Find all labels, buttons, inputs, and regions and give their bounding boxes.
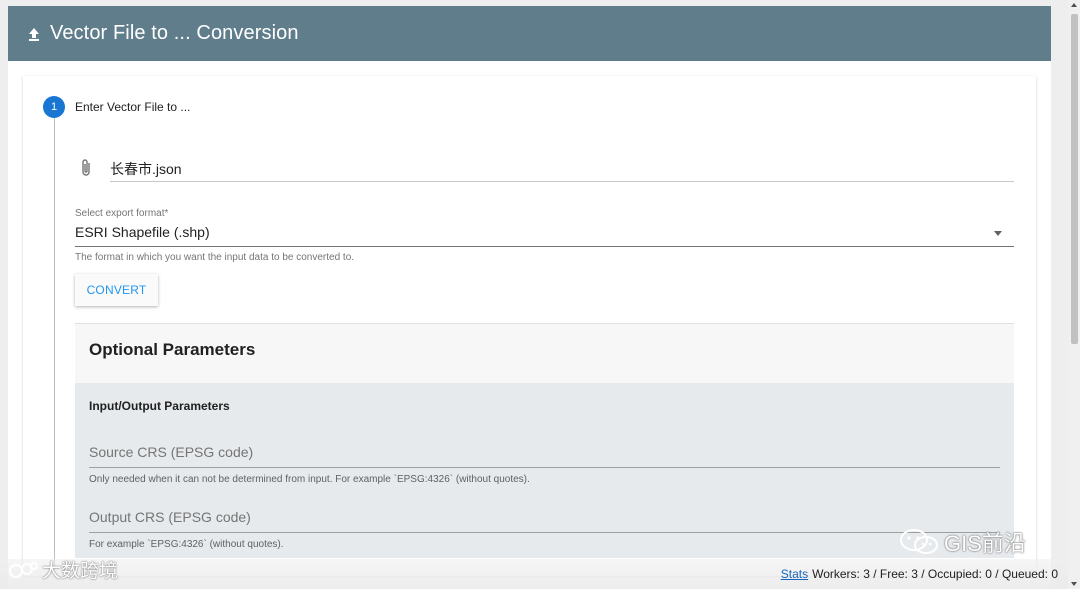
- io-parameters-panel: Input/Output Parameters Source CRS (EPSG…: [75, 383, 1014, 558]
- watermark-logo-icon: [9, 561, 38, 578]
- status-bar: Stats Workers: 3 / Free: 3 / Occupied: 0 …: [0, 559, 1068, 589]
- export-format-value: ESRI Shapefile (.shp): [75, 224, 210, 240]
- source-crs-hint: Only needed when it can not be determine…: [89, 474, 530, 485]
- scrollbar-thumb[interactable]: [1071, 14, 1078, 344]
- watermark-left: 大数跨境: [8, 556, 118, 583]
- worker-stats-text: Workers: 3 / Free: 3 / Occupied: 0 / Que…: [812, 567, 1058, 581]
- io-parameters-title: Input/Output Parameters: [89, 399, 230, 413]
- upload-icon: [26, 26, 42, 42]
- source-crs-input[interactable]: Source CRS (EPSG code): [89, 444, 1000, 468]
- page-title: Vector File to ... Conversion: [50, 22, 299, 44]
- export-format-hint: The format in which you want the input d…: [75, 252, 355, 263]
- scroll-down-icon[interactable]: [1071, 582, 1077, 586]
- optional-parameters-title: Optional Parameters: [89, 340, 256, 359]
- chevron-down-icon: [994, 231, 1002, 236]
- wechat-icon: [900, 529, 938, 554]
- output-crs-input[interactable]: Output CRS (EPSG code): [89, 509, 1000, 533]
- app-header: Vector File to ... Conversion: [8, 6, 1051, 61]
- watermark-left-text: 大数跨境: [42, 561, 119, 582]
- watermark-right-text: GIS前沿: [944, 531, 1026, 556]
- export-format-select[interactable]: ESRI Shapefile (.shp): [75, 224, 1014, 247]
- page-scrollbar[interactable]: [1068, 0, 1080, 589]
- paperclip-icon[interactable]: [79, 157, 93, 179]
- scroll-up-icon[interactable]: [1071, 3, 1077, 7]
- optional-parameters-header[interactable]: Optional Parameters: [75, 323, 1014, 383]
- stats-link[interactable]: Stats: [781, 567, 808, 581]
- convert-button[interactable]: CONVERT: [75, 274, 158, 306]
- file-input[interactable]: 长春市.json: [110, 157, 1014, 182]
- step-number-badge: 1: [43, 96, 65, 118]
- step-label: Enter Vector File to ...: [75, 100, 191, 114]
- export-format-label: Select export format*: [75, 208, 169, 219]
- stepper-line: [54, 118, 55, 568]
- worker-stats: Stats Workers: 3 / Free: 3 / Occupied: 0 …: [781, 567, 1058, 581]
- output-crs-hint: For example `EPSG:4326` (without quotes)…: [89, 539, 284, 550]
- watermark-right: GIS前沿: [898, 526, 1026, 558]
